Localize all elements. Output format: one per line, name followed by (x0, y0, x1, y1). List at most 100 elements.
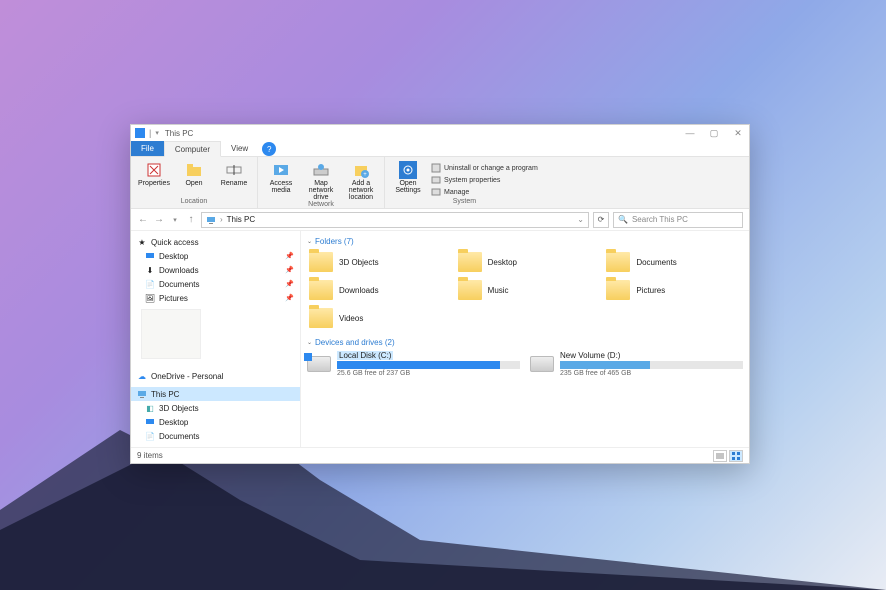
folders-section-header[interactable]: ⌄ Folders (7) (307, 235, 743, 250)
folders-grid: 3D Objects Desktop Documents Downloads M… (307, 250, 743, 330)
nav-recent-button[interactable]: ▾ (169, 216, 181, 224)
downloads-icon: ⬇ (145, 265, 155, 275)
folder-icon (458, 280, 482, 300)
sidebar-item-pictures[interactable]: 🖼 Pictures 📌 (131, 291, 300, 305)
address-row: ← → ▾ ↑ › This PC ⌄ ⟳ 🔍 Search This PC (131, 209, 749, 231)
uninstall-button[interactable]: Uninstall or change a program (431, 163, 538, 173)
sidebar-quick-access[interactable]: ★ Quick access (131, 235, 300, 249)
address-dropdown-icon[interactable]: ⌄ (577, 215, 584, 224)
drive-c[interactable]: Local Disk (C:) 25.6 GB free of 237 GB (307, 351, 520, 377)
status-bar: 9 items (131, 447, 749, 463)
quick-access-toolbar: | ▾ (135, 128, 159, 138)
ribbon-group-location: Properties Open Rename (131, 157, 258, 208)
file-explorer-window: | ▾ This PC — ▢ ✕ File Computer View ? (130, 124, 750, 464)
qat-separator: | (149, 128, 151, 138)
refresh-button[interactable]: ⟳ (593, 212, 609, 228)
desktop-icon (145, 251, 155, 261)
add-location-icon: + (352, 161, 370, 179)
drive-icon (307, 356, 331, 372)
rename-button[interactable]: Rename (217, 161, 251, 187)
chevron-down-icon: ⌄ (307, 339, 312, 346)
maximize-button[interactable]: ▢ (707, 128, 721, 139)
qat-dropdown-icon[interactable]: ▾ (155, 129, 159, 137)
folder-pictures[interactable]: Pictures (604, 278, 743, 302)
address-bar[interactable]: › This PC ⌄ (201, 212, 589, 228)
sidebar-onedrive[interactable]: ☁ OneDrive - Personal (131, 369, 300, 383)
folder-downloads[interactable]: Downloads (307, 278, 446, 302)
drive-name: New Volume (D:) (560, 351, 620, 360)
pictures-icon: 🖼 (145, 293, 155, 303)
minimize-button[interactable]: — (683, 128, 697, 139)
folder-music[interactable]: Music (456, 278, 595, 302)
uninstall-icon (431, 163, 441, 173)
folder-icon (606, 280, 630, 300)
app-icon (135, 128, 145, 138)
ribbon-tabs: File Computer View ? (131, 141, 749, 157)
drive-free-text: 25.6 GB free of 237 GB (337, 370, 520, 377)
nav-up-button[interactable]: ↑ (185, 214, 197, 225)
rename-icon (225, 161, 243, 179)
tab-file[interactable]: File (131, 141, 164, 156)
ribbon-group-network: Access media Map network drive + Add a n… (258, 157, 385, 208)
search-box[interactable]: 🔍 Search This PC (613, 212, 743, 228)
folder-icon (309, 252, 333, 272)
system-properties-button[interactable]: System properties (431, 175, 538, 185)
pin-icon: 📌 (285, 266, 294, 274)
search-placeholder: Search This PC (632, 215, 688, 224)
drive-usage-bar (560, 361, 743, 369)
folder-3d-objects[interactable]: 3D Objects (307, 250, 446, 274)
star-icon: ★ (137, 237, 147, 247)
drive-icon (530, 356, 554, 372)
sidebar-item-desktop-pc[interactable]: Desktop (131, 415, 300, 429)
this-pc-icon (137, 389, 147, 399)
sidebar-item-downloads[interactable]: ⬇ Downloads 📌 (131, 263, 300, 277)
sidebar-item-desktop[interactable]: Desktop 📌 (131, 249, 300, 263)
folder-documents[interactable]: Documents (604, 250, 743, 274)
properties-button[interactable]: Properties (137, 161, 171, 187)
manage-icon (431, 187, 441, 197)
search-icon: 🔍 (618, 215, 628, 224)
explorer-body: ★ Quick access Desktop 📌 ⬇ Downloads 📌 📄… (131, 231, 749, 447)
folder-icon (309, 308, 333, 328)
folder-icon (458, 252, 482, 272)
sidebar-item-3d-objects[interactable]: ◧ 3D Objects (131, 401, 300, 415)
add-location-button[interactable]: + Add a network location (344, 161, 378, 201)
sidebar-this-pc[interactable]: This PC (131, 387, 300, 401)
cube-icon: ◧ (145, 403, 155, 413)
folder-icon (606, 252, 630, 272)
onedrive-icon: ☁ (137, 371, 147, 381)
documents-icon: 📄 (145, 431, 155, 441)
view-details-button[interactable] (713, 450, 727, 462)
sidebar-preview (141, 309, 201, 359)
folder-desktop[interactable]: Desktop (456, 250, 595, 274)
open-settings-button[interactable]: Open Settings (391, 161, 425, 194)
view-icons-button[interactable] (729, 450, 743, 462)
content-pane: ⌄ Folders (7) 3D Objects Desktop Documen… (301, 231, 749, 447)
drive-usage-bar (337, 361, 520, 369)
media-icon (272, 161, 290, 179)
drives-section-header[interactable]: ⌄ Devices and drives (2) (307, 336, 743, 351)
drive-d[interactable]: New Volume (D:) 235 GB free of 465 GB (530, 351, 743, 377)
access-media-button[interactable]: Access media (264, 161, 298, 194)
documents-icon: 📄 (145, 279, 155, 289)
drive-name: Local Disk (C:) (337, 351, 393, 360)
nav-back-button[interactable]: ← (137, 214, 149, 225)
open-button[interactable]: Open (177, 161, 211, 187)
folder-videos[interactable]: Videos (307, 306, 446, 330)
status-item-count: 9 items (137, 451, 163, 460)
help-button[interactable]: ? (262, 142, 276, 156)
tab-computer[interactable]: Computer (164, 141, 221, 157)
tab-view[interactable]: View (221, 141, 258, 156)
manage-button[interactable]: Manage (431, 187, 538, 197)
this-pc-icon (206, 215, 216, 225)
nav-forward-button[interactable]: → (153, 214, 165, 225)
open-icon (185, 161, 203, 179)
group-label-system: System (453, 198, 476, 206)
sidebar-item-documents[interactable]: 📄 Documents 📌 (131, 277, 300, 291)
map-drive-button[interactable]: Map network drive (304, 161, 338, 201)
close-button[interactable]: ✕ (731, 128, 745, 139)
sidebar-item-documents-pc[interactable]: 📄 Documents (131, 429, 300, 443)
ribbon: Properties Open Rename (131, 157, 749, 209)
desktop-wallpaper: | ▾ This PC — ▢ ✕ File Computer View ? (0, 0, 886, 590)
ribbon-group-system: Open Settings Uninstall or change a prog… (385, 157, 544, 208)
